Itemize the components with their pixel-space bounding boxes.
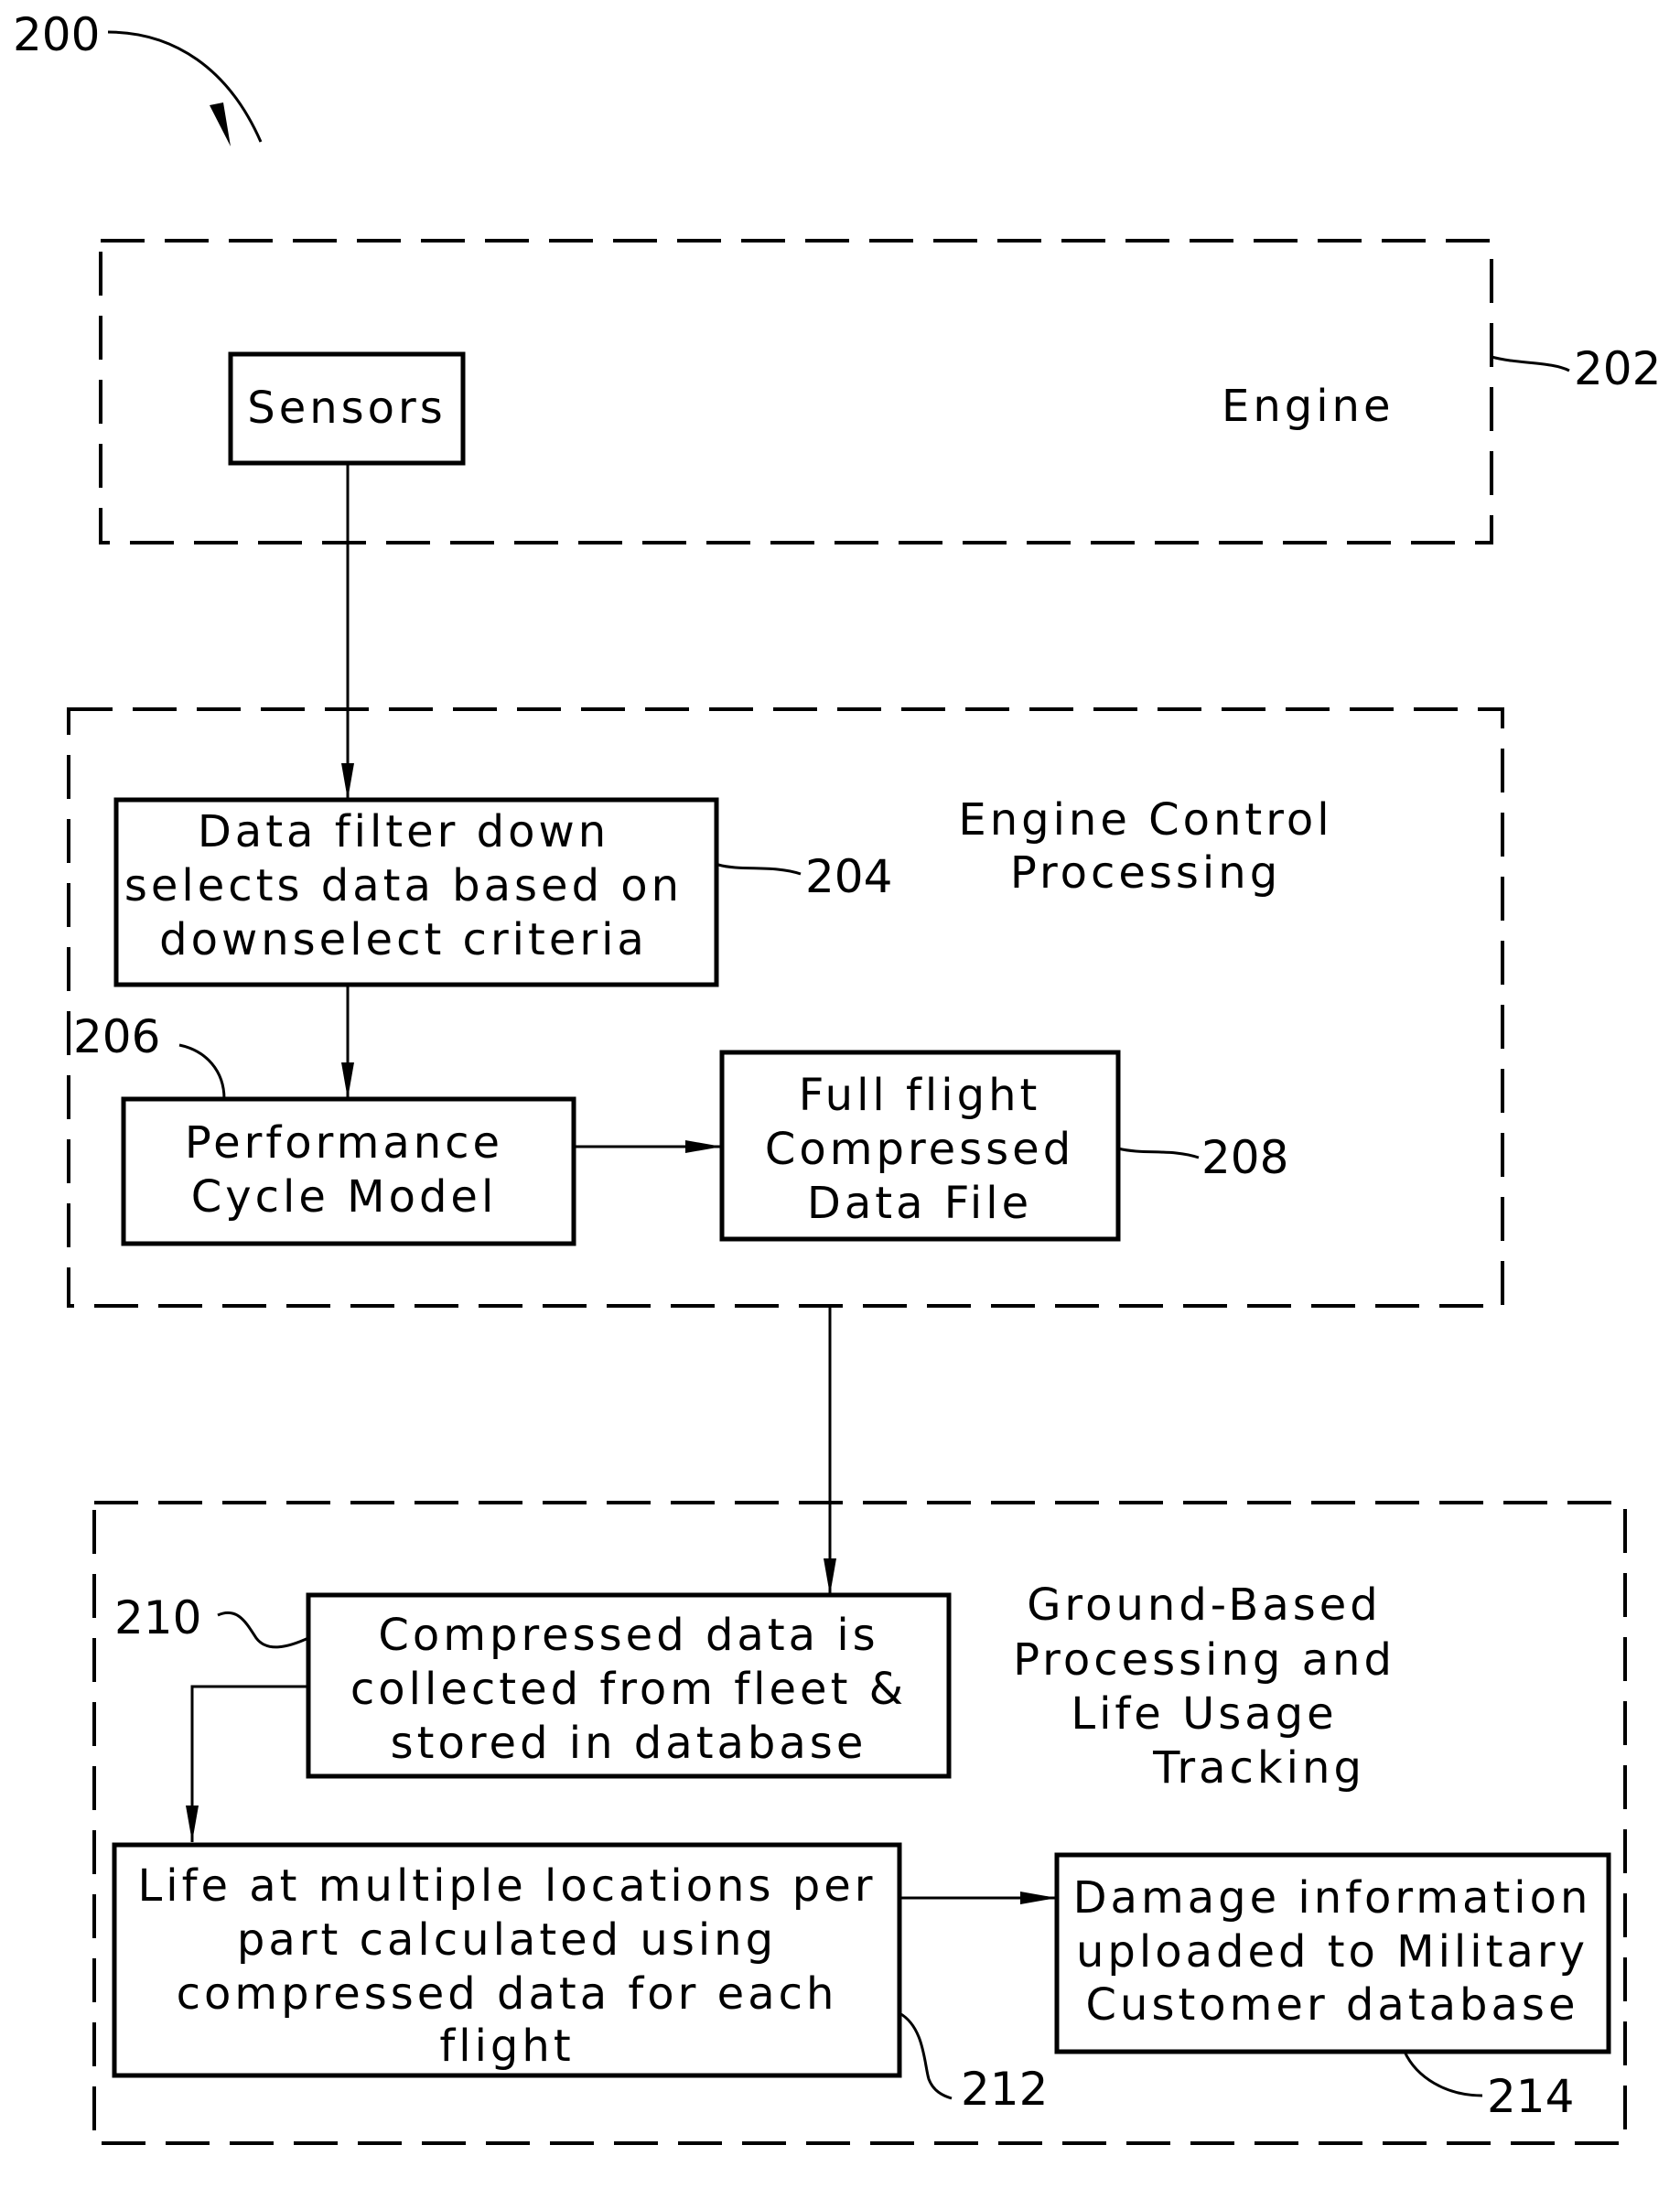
block-data-filter: Data filter down selects data based on d…	[113, 797, 892, 987]
block-fleet-database-line-3: stored in database	[391, 1718, 867, 1769]
block-life-calculation-line-4: flight	[439, 2021, 574, 2072]
block-compressed-file-line-1: Full flight	[799, 1070, 1041, 1121]
leader-212	[899, 2011, 953, 2100]
section-engine-title: Engine	[1222, 381, 1395, 432]
leader-214	[1403, 2051, 1483, 2097]
block-life-calculation-line-2: part calculated using	[237, 1914, 777, 1966]
section-ground-title-line-1: Ground-Based	[1027, 1579, 1382, 1631]
block-damage-upload: Damage information uploaded to Military …	[1054, 1852, 1611, 2123]
block-data-filter-line-3: downselect criteria	[159, 914, 648, 965]
block-fleet-database-line-2: collected from fleet &	[350, 1664, 907, 1715]
block-life-calculation-line-3: compressed data for each	[177, 1968, 838, 2020]
ref-206: 206	[73, 1010, 160, 1063]
leader-208	[1117, 1147, 1200, 1159]
block-fleet-database: Compressed data is collected from fleet …	[114, 1591, 952, 1779]
figure-reference: 200	[13, 8, 263, 146]
leader-210	[217, 1611, 309, 1649]
section-ground-title-line-3: Life Usage	[1071, 1688, 1337, 1740]
section-ground-title-line-2: Processing and	[1013, 1634, 1395, 1686]
block-performance-line-1: Performance	[185, 1117, 503, 1169]
leader-202	[1491, 355, 1570, 372]
figure-reference-number: 200	[13, 8, 100, 61]
ref-208: 208	[1201, 1131, 1288, 1184]
flow-diagram: 200 Engine 202 Sensors Engine Control Pr…	[13, 8, 1661, 2145]
section-engine-control-title-line-1: Engine Control	[958, 794, 1332, 846]
section-engine-control-title-line-2: Processing	[1010, 847, 1281, 899]
block-compressed-file-line-2: Compressed	[765, 1124, 1074, 1175]
section-ground-title-line-4: Tracking	[1152, 1742, 1365, 1794]
block-performance-cycle-model: Performance Cycle Model 206	[73, 1010, 576, 1246]
leader-206	[178, 1043, 226, 1100]
ref-212: 212	[961, 2063, 1048, 2116]
block-fleet-database-line-1: Compressed data is	[378, 1610, 878, 1661]
block-damage-upload-line-1: Damage information	[1073, 1872, 1592, 1924]
figure-reference-arrow	[107, 30, 263, 143]
block-damage-upload-line-2: uploaded to Military	[1076, 1926, 1588, 1978]
ref-214: 214	[1487, 2070, 1574, 2123]
block-damage-upload-line-3: Customer database	[1086, 1979, 1579, 2031]
block-life-calculation-line-1: Life at multiple locations per	[138, 1860, 877, 1912]
leader-204	[717, 863, 802, 876]
arrow-fleet-to-life	[186, 1685, 308, 1842]
block-compressed-data-file: Full flight Compressed Data File 208	[719, 1050, 1288, 1242]
figure-reference-arrowhead	[210, 102, 231, 146]
block-performance-line-2: Cycle Model	[191, 1171, 498, 1223]
block-compressed-file-line-3: Data File	[807, 1178, 1032, 1229]
block-sensors: Sensors	[228, 351, 466, 466]
block-sensors-label: Sensors	[247, 383, 447, 434]
block-data-filter-line-2: selects data based on	[124, 860, 683, 911]
block-life-calculation: Life at multiple locations per part calc…	[112, 1842, 1048, 2116]
ref-204: 204	[805, 850, 892, 903]
ref-202: 202	[1574, 342, 1661, 395]
block-data-filter-line-1: Data filter down	[198, 806, 609, 857]
ref-210: 210	[114, 1591, 201, 1644]
